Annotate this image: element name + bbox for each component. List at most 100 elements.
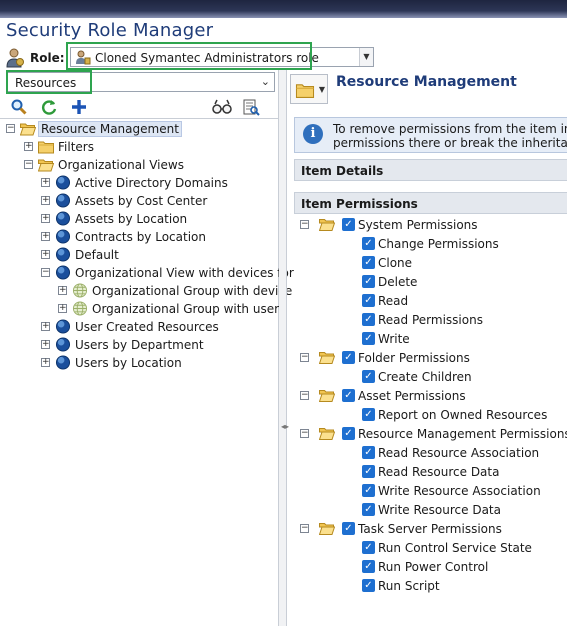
folder-open-icon <box>20 121 36 136</box>
permission-item[interactable]: ✓ Read Resource Association <box>300 444 560 462</box>
expand-icon[interactable]: + <box>41 322 50 331</box>
permission-checkbox[interactable]: ✓ <box>342 351 355 364</box>
expand-icon[interactable]: + <box>41 196 50 205</box>
permission-checkbox[interactable]: ✓ <box>362 332 375 345</box>
permission-group[interactable]: − ✓ Task Server Permissions <box>300 520 560 538</box>
permission-item-label: Run Control Service State <box>378 541 532 555</box>
permission-item[interactable]: ✓ Report on Owned Resources <box>300 406 560 424</box>
permission-item-label: Read Permissions <box>378 313 483 327</box>
item-details-header[interactable]: Item Details <box>294 159 567 181</box>
permission-item[interactable]: ✓ Read Resource Data <box>300 463 560 481</box>
permission-checkbox[interactable]: ✓ <box>362 256 375 269</box>
permission-item[interactable]: ✓ Run Control Service State <box>300 539 560 557</box>
tree-node-label: Users by Department <box>75 338 204 352</box>
permission-checkbox[interactable]: ✓ <box>362 370 375 383</box>
permission-item[interactable]: ✓ Write Resource Data <box>300 501 560 519</box>
permission-item[interactable]: ✓ Run Script <box>300 577 560 595</box>
permission-group[interactable]: − ✓ Asset Permissions <box>300 387 560 405</box>
permission-item[interactable]: ✓ Write <box>300 330 560 348</box>
permission-group[interactable]: − ✓ Resource Management Permissions <box>300 425 567 443</box>
globe-icon <box>55 355 71 370</box>
permission-item-label: Read <box>378 294 409 308</box>
tree-node-label: Active Directory Domains <box>75 176 228 190</box>
permission-item[interactable]: ✓ Create Children <box>300 368 560 386</box>
permission-group-label: System Permissions <box>358 218 478 232</box>
expand-icon[interactable]: + <box>41 340 50 349</box>
permission-checkbox[interactable]: ✓ <box>362 294 375 307</box>
permission-checkbox[interactable]: ✓ <box>362 541 375 554</box>
permission-checkbox[interactable]: ✓ <box>362 408 375 421</box>
collapse-icon[interactable]: − <box>300 524 309 533</box>
collapse-icon[interactable]: − <box>300 429 309 438</box>
properties-icon[interactable] <box>242 98 260 116</box>
permission-checkbox[interactable]: ✓ <box>342 389 355 402</box>
expand-icon[interactable]: + <box>41 250 50 259</box>
permission-checkbox[interactable]: ✓ <box>342 218 355 231</box>
expand-icon[interactable]: + <box>41 232 50 241</box>
permission-checkbox[interactable]: ✓ <box>362 579 375 592</box>
permission-item[interactable]: ✓ Write Resource Association <box>300 482 560 500</box>
chevron-down-icon[interactable]: ▼ <box>359 48 373 66</box>
folder-open-icon <box>318 388 336 402</box>
pane-splitter[interactable]: ◂▸ <box>279 70 289 626</box>
search-icon[interactable] <box>10 98 28 116</box>
permission-checkbox[interactable]: ✓ <box>362 446 375 459</box>
globe-icon <box>55 193 71 208</box>
page-title: Resource Management <box>336 74 517 90</box>
permission-checkbox[interactable]: ✓ <box>362 275 375 288</box>
globe-icon <box>55 319 71 334</box>
add-icon[interactable] <box>70 98 88 116</box>
collapse-icon[interactable]: − <box>6 124 15 133</box>
expand-icon[interactable]: + <box>41 178 50 187</box>
permission-checkbox[interactable]: ✓ <box>362 484 375 497</box>
folder-icon <box>295 82 315 98</box>
permission-checkbox[interactable]: ✓ <box>362 237 375 250</box>
tree-node-label: Organizational Group with device <box>92 284 293 298</box>
permission-item-label: Write Resource Data <box>378 503 501 517</box>
collapse-icon[interactable]: − <box>41 268 50 277</box>
folder-open-icon <box>318 217 336 231</box>
permission-checkbox[interactable]: ✓ <box>362 560 375 573</box>
permission-item[interactable]: ✓ Run Power Control <box>300 558 560 576</box>
permission-group[interactable]: − ✓ System Permissions <box>300 216 560 234</box>
permission-checkbox[interactable]: ✓ <box>342 522 355 535</box>
info-text-line2: permissions there or break the inheritan… <box>333 136 567 150</box>
tree-node-label: Assets by Cost Center <box>75 194 208 208</box>
role-highlight-box <box>66 42 312 70</box>
tree-node-label: Users by Location <box>75 356 182 370</box>
expand-icon[interactable]: + <box>58 304 67 313</box>
permission-group[interactable]: − ✓ Folder Permissions <box>300 349 560 367</box>
info-banner: i To remove permissions from the item in… <box>294 117 567 153</box>
permission-checkbox[interactable]: ✓ <box>342 427 355 440</box>
permission-item-label: Write <box>378 332 410 346</box>
refresh-icon[interactable] <box>40 98 58 116</box>
permission-item[interactable]: ✓ Read Permissions <box>300 311 560 329</box>
expand-icon[interactable]: + <box>41 214 50 223</box>
folder-open-icon <box>318 521 336 535</box>
collapse-icon[interactable]: − <box>300 391 309 400</box>
info-icon: i <box>303 124 323 144</box>
permission-item[interactable]: ✓ Clone <box>300 254 560 272</box>
tree-node-label: User Created Resources <box>75 320 219 334</box>
expand-icon[interactable]: + <box>41 358 50 367</box>
permission-checkbox[interactable]: ✓ <box>362 313 375 326</box>
permission-item[interactable]: ✓ Read <box>300 292 560 310</box>
find-icon[interactable] <box>212 98 232 116</box>
permission-item[interactable]: ✓ Change Permissions <box>300 235 560 253</box>
globe-icon <box>55 337 71 352</box>
permission-item[interactable]: ✓ Delete <box>300 273 560 291</box>
collapse-icon[interactable]: − <box>24 160 33 169</box>
item-menu-button[interactable]: ▼ <box>290 74 328 104</box>
permission-item-label: Clone <box>378 256 413 270</box>
permission-checkbox[interactable]: ✓ <box>362 503 375 516</box>
expand-icon[interactable]: + <box>24 142 33 151</box>
chevron-down-icon[interactable]: ⌄ <box>261 75 270 88</box>
expand-icon[interactable]: + <box>58 286 67 295</box>
permission-checkbox[interactable]: ✓ <box>362 465 375 478</box>
item-permissions-header[interactable]: Item Permissions <box>294 192 567 214</box>
permission-item-label: Write Resource Association <box>378 484 541 498</box>
tree-node-label: Filters <box>58 140 94 154</box>
collapse-icon[interactable]: − <box>300 220 309 229</box>
collapse-icon[interactable]: − <box>300 353 309 362</box>
tree-node-label: Organizational Views <box>58 158 184 172</box>
